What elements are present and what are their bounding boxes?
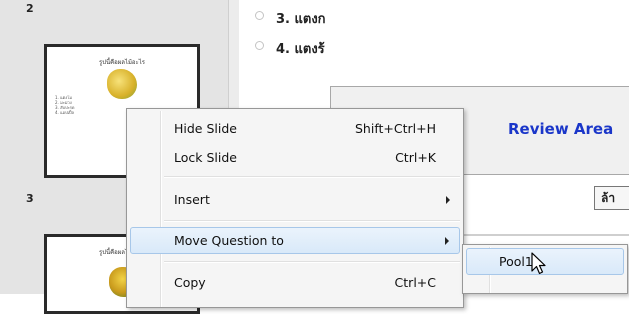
radio-icon[interactable]: [255, 41, 264, 50]
answer-option-4: 4. แตงร้: [255, 38, 325, 59]
slide-number-2: 2: [26, 2, 34, 15]
menu-item-lock-slide[interactable]: Lock Slide Ctrl+K: [130, 144, 460, 171]
review-area-label: Review Area: [508, 120, 614, 138]
menu-item-copy[interactable]: Copy Ctrl+C: [130, 269, 460, 296]
thumbnail-options: 1. แตงโม 2. มะม่วง 3. สับปะรด 4. แอปเปิ้…: [55, 95, 75, 115]
slide-number-3: 3: [26, 192, 34, 205]
menu-item-insert[interactable]: Insert: [130, 186, 460, 213]
radio-icon[interactable]: [255, 11, 264, 20]
menu-item-hide-slide[interactable]: Hide Slide Shift+Ctrl+H: [130, 115, 460, 142]
clear-button[interactable]: ล้า: [594, 186, 629, 210]
menu-item-move-question-to[interactable]: Move Question to: [130, 227, 460, 254]
mouse-pointer-icon: [531, 252, 546, 275]
menu-separator: [164, 176, 460, 178]
submenu-arrow-icon: [445, 237, 449, 245]
menu-separator: [164, 220, 460, 222]
thumbnail-title: รูปนี้คือผลไม้อะไร: [99, 59, 145, 66]
answer-option-3: 3. แตงก: [255, 8, 326, 29]
context-menu: Hide Slide Shift+Ctrl+H Lock Slide Ctrl+…: [126, 108, 464, 308]
menu-separator: [164, 261, 460, 263]
fruit-image: [107, 69, 137, 99]
submenu-arrow-icon: [446, 196, 450, 204]
